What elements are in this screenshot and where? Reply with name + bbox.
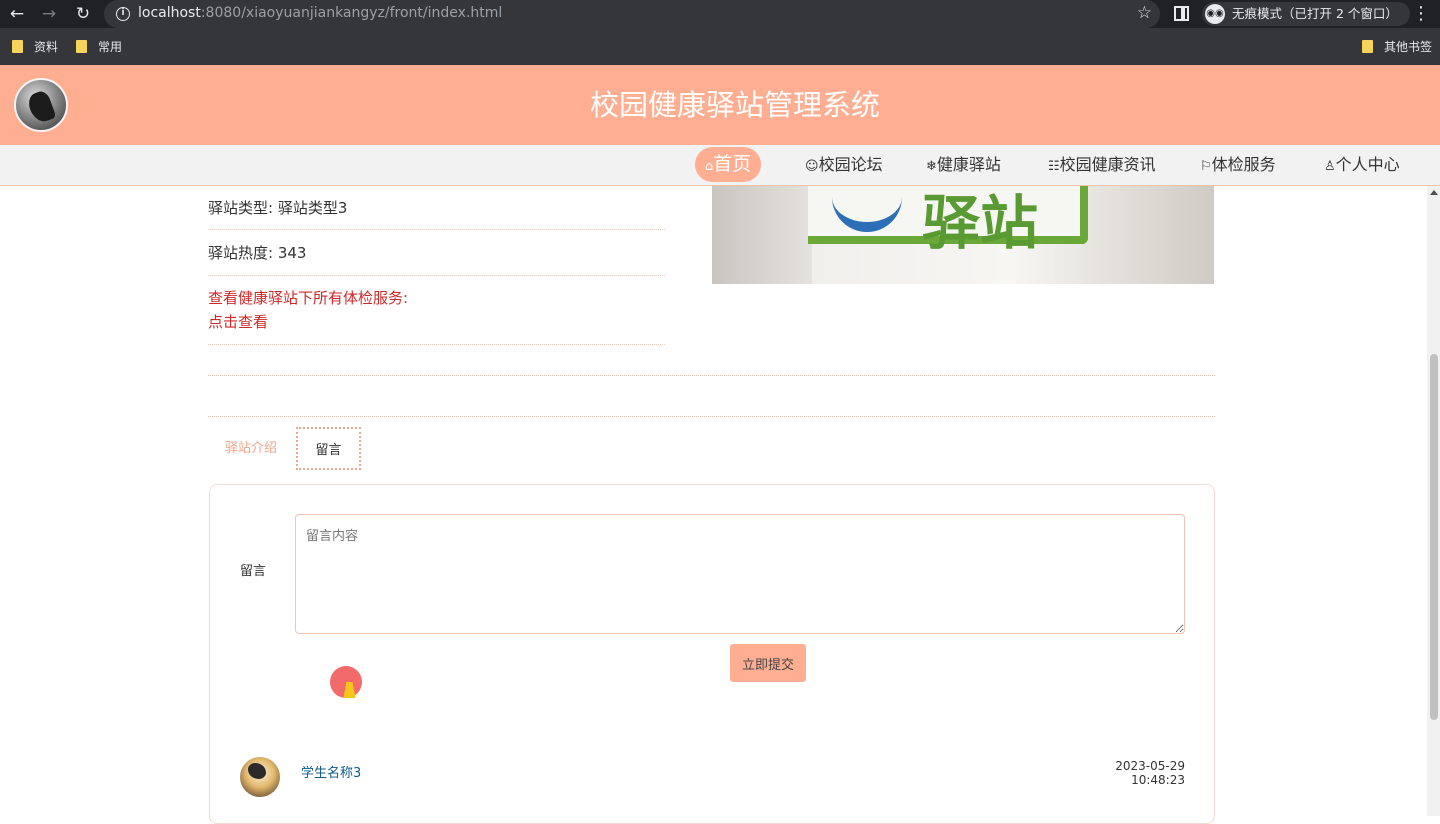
section-divider bbox=[208, 416, 1215, 417]
side-panel-icon[interactable] bbox=[1174, 6, 1189, 21]
image-shadow bbox=[712, 186, 812, 284]
comment-textarea[interactable] bbox=[295, 514, 1185, 634]
station-type: 驿站类型: 驿站类型3 bbox=[208, 194, 665, 230]
forward-arrow-icon[interactable]: → bbox=[38, 3, 60, 25]
url-host: localhost bbox=[138, 5, 201, 21]
station-image: 驿站 bbox=[712, 186, 1214, 284]
nav-label: 校园论坛 bbox=[818, 155, 883, 174]
nav-label: 首页 bbox=[713, 153, 752, 175]
page-scrollbar[interactable] bbox=[1427, 186, 1440, 816]
nav-item-checkup[interactable]: ⚐体检服务 bbox=[1200, 145, 1276, 185]
scrollbar-thumb[interactable] bbox=[1430, 354, 1438, 720]
submit-button[interactable]: 立即提交 bbox=[730, 644, 806, 682]
bookmark-folder-ziliao[interactable]: 资料 bbox=[12, 39, 58, 55]
bookmark-label: 资料 bbox=[34, 40, 59, 54]
nav-label: 体检服务 bbox=[1211, 155, 1276, 174]
nav-label: 个人中心 bbox=[1335, 155, 1400, 174]
folder-icon bbox=[12, 40, 23, 53]
address-bar[interactable]: i localhost:8080/xiaoyuanjiankangyz/fron… bbox=[104, 0, 1160, 28]
browser-toolbar: ← → ↻ i localhost:8080/xiaoyuanjiankangy… bbox=[0, 0, 1440, 28]
incognito-label: 无痕模式（已打开 2 个窗口） bbox=[1232, 6, 1398, 21]
nav-label: 校园健康资讯 bbox=[1059, 155, 1156, 174]
browser-menu-icon[interactable]: ⋮ bbox=[1412, 3, 1430, 24]
bookmark-folder-other[interactable]: 其他书签 bbox=[1362, 39, 1432, 55]
bookmark-folder-changyong[interactable]: 常用 bbox=[76, 39, 122, 55]
bookmark-label: 其他书签 bbox=[1384, 40, 1433, 54]
folder-icon bbox=[76, 40, 87, 53]
nav-item-profile[interactable]: ♙个人中心 bbox=[1324, 145, 1400, 185]
smile-icon: ☺ bbox=[805, 159, 819, 174]
incognito-icon: ◉◉ bbox=[1205, 4, 1225, 24]
url-text: localhost:8080/xiaoyuanjiankangyz/front/… bbox=[138, 5, 502, 21]
incognito-indicator[interactable]: ◉◉ 无痕模式（已打开 2 个窗口） bbox=[1202, 2, 1410, 26]
nav-item-health-news[interactable]: ☷校园健康资讯 bbox=[1048, 145, 1156, 185]
comment-form-label: 留言 bbox=[240, 564, 267, 579]
tab-message[interactable]: 留言 bbox=[296, 427, 361, 470]
sign-text: 驿站 bbox=[922, 189, 1039, 257]
nav-item-health-station[interactable]: ❄健康驿站 bbox=[926, 145, 1001, 185]
site-header: 校园健康驿站管理系统 bbox=[0, 65, 1440, 145]
folder-icon bbox=[1362, 40, 1373, 53]
tab-station-intro[interactable]: 驿站介绍 bbox=[210, 427, 292, 470]
nav-item-forum[interactable]: ☺校园论坛 bbox=[805, 145, 883, 185]
comment-username: 学生名称3 bbox=[301, 766, 362, 781]
nav-item-home[interactable]: ⌂首页 bbox=[695, 147, 762, 182]
bookmark-star-icon[interactable]: ☆ bbox=[1137, 3, 1152, 23]
flag-icon: ⚐ bbox=[1200, 159, 1212, 174]
main-nav: ⌂首页 ☺校园论坛 ❄健康驿站 ☷校园健康资讯 ⚐体检服务 ♙个人中心 bbox=[0, 145, 1440, 186]
site-info-icon[interactable]: i bbox=[116, 7, 130, 21]
snowflake-icon: ❄ bbox=[926, 159, 937, 174]
section-divider bbox=[208, 375, 1215, 376]
avatar bbox=[240, 757, 280, 797]
site-title: 校园健康驿站管理系统 bbox=[589, 88, 880, 122]
reload-icon[interactable]: ↻ bbox=[72, 3, 94, 25]
bookmark-label: 常用 bbox=[98, 40, 123, 54]
comment-timestamp: 2023-05-29 10:48:23 bbox=[1115, 759, 1185, 787]
service-link-label: 查看健康驿站下所有体检服务: bbox=[208, 289, 409, 307]
user-icon: ♙ bbox=[1324, 159, 1336, 174]
scroll-up-arrow-icon[interactable] bbox=[1430, 190, 1438, 195]
station-heat: 驿站热度: 343 bbox=[208, 239, 665, 276]
news-icon: ☷ bbox=[1048, 159, 1060, 174]
url-path: :8080/xiaoyuanjiankangyz/front/index.htm… bbox=[200, 5, 503, 21]
back-arrow-icon[interactable]: ← bbox=[6, 3, 28, 25]
nav-label: 健康驿站 bbox=[936, 155, 1001, 174]
service-link-block: 查看健康驿站下所有体检服务: 点击查看 bbox=[208, 286, 665, 345]
view-services-link[interactable]: 点击查看 bbox=[208, 310, 665, 334]
bookmarks-bar: 资料 常用 其他书签 bbox=[0, 28, 1440, 65]
